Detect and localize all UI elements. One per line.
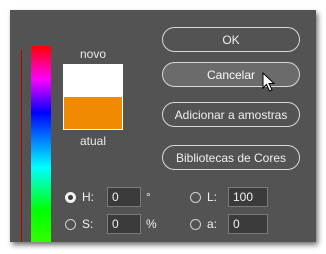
hue-slider[interactable] (31, 46, 51, 242)
lightness-radio[interactable] (190, 191, 201, 203)
a-channel-row: a: (190, 214, 227, 234)
a-channel-radio[interactable] (190, 218, 201, 230)
current-color-swatch[interactable] (64, 97, 122, 129)
hue-unit: ° (146, 190, 151, 204)
color-libraries-button[interactable]: Bibliotecas de Cores (162, 145, 300, 170)
saturation-row: S: (65, 214, 102, 234)
saturation-radio[interactable] (65, 218, 76, 230)
hue-input[interactable]: 0 (107, 187, 141, 207)
hue-row: H: (65, 187, 102, 207)
a-channel-input[interactable]: 0 (228, 214, 268, 234)
color-field-edge (21, 50, 22, 242)
color-picker-dialog: novo atual OK Cancelar Adicionar a amost… (10, 10, 316, 242)
saturation-unit: % (146, 217, 157, 231)
color-swatch-preview (63, 64, 123, 130)
hue-radio[interactable] (65, 191, 76, 203)
new-color-label: novo (79, 47, 107, 61)
hue-label: H: (82, 190, 94, 204)
mouse-cursor-icon (262, 72, 276, 92)
current-color-label: atual (79, 134, 107, 148)
lightness-row: L: (190, 187, 227, 207)
lightness-input[interactable]: 100 (228, 187, 268, 207)
a-channel-label: a: (207, 217, 218, 231)
saturation-label: S: (82, 217, 94, 231)
ok-button[interactable]: OK (162, 27, 300, 52)
add-to-swatches-button[interactable]: Adicionar a amostras (162, 102, 300, 127)
saturation-input[interactable]: 0 (107, 214, 141, 234)
lightness-label: L: (207, 190, 218, 204)
cancel-button[interactable]: Cancelar (162, 62, 300, 87)
new-color-swatch (64, 65, 122, 97)
